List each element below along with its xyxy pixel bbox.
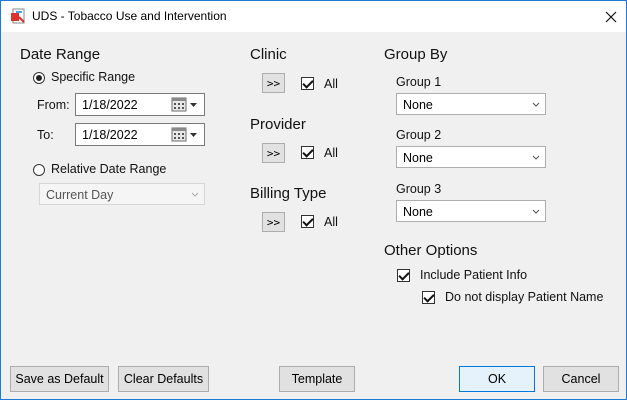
to-date-field[interactable]: 1/18/2022: [75, 123, 205, 146]
group-3-value: None: [403, 205, 433, 219]
group-1-value: None: [403, 98, 433, 112]
group-2-value: None: [403, 151, 433, 165]
group-2-dropdown[interactable]: None: [396, 146, 546, 168]
group-1-dropdown[interactable]: None: [396, 93, 546, 115]
app-icon: [11, 8, 25, 24]
hide-patient-name-checkbox[interactable]: [422, 291, 435, 304]
relative-range-dropdown[interactable]: Current Day: [39, 183, 205, 205]
close-icon: [605, 11, 616, 22]
group-3-dropdown[interactable]: None: [396, 200, 546, 222]
billing-type-select-button[interactable]: >>: [262, 212, 285, 232]
provider-all-label: All: [324, 146, 338, 160]
specific-range-radio[interactable]: [33, 72, 45, 84]
include-patient-info-checkbox[interactable]: [397, 269, 410, 282]
billing-type-heading: Billing Type: [250, 185, 327, 202]
billing-type-all-checkbox[interactable]: [301, 215, 314, 228]
chevron-down-icon: [532, 155, 540, 160]
chevron-down-icon: [532, 102, 540, 107]
group-3-label: Group 3: [396, 182, 442, 196]
from-date-field[interactable]: 1/18/2022: [75, 93, 205, 116]
clinic-all-label: All: [324, 77, 338, 91]
from-date-value: 1/18/2022: [82, 98, 138, 112]
hide-patient-name-label: Do not display Patient Name: [445, 290, 604, 304]
provider-all-checkbox[interactable]: [301, 146, 314, 159]
group-1-label: Group 1: [396, 75, 442, 89]
title-bar: UDS - Tobacco Use and Intervention: [1, 1, 626, 32]
ok-button[interactable]: OK: [459, 366, 535, 392]
dialog-window: UDS - Tobacco Use and Intervention Date …: [0, 0, 627, 400]
relative-range-value: Current Day: [46, 188, 114, 202]
specific-range-label: Specific Range: [51, 70, 136, 84]
cancel-button[interactable]: Cancel: [543, 366, 619, 392]
clear-defaults-button[interactable]: Clear Defaults: [118, 366, 209, 392]
relative-range-label: Relative Date Range: [51, 162, 167, 176]
to-label: To:: [37, 128, 54, 142]
billing-type-all-label: All: [324, 215, 338, 229]
from-label: From:: [37, 98, 70, 112]
clinic-all-checkbox[interactable]: [301, 77, 314, 90]
close-button[interactable]: [595, 1, 626, 32]
other-options-heading: Other Options: [384, 242, 478, 259]
provider-select-button[interactable]: >>: [262, 143, 285, 163]
to-calendar-dropdown-icon[interactable]: [168, 126, 202, 144]
date-range-heading: Date Range: [20, 46, 101, 63]
clinic-heading: Clinic: [250, 46, 287, 63]
group-by-heading: Group By: [384, 46, 448, 63]
template-button[interactable]: Template: [279, 366, 355, 392]
provider-heading: Provider: [250, 116, 306, 133]
group-2-label: Group 2: [396, 128, 442, 142]
save-as-default-button[interactable]: Save as Default: [10, 366, 109, 392]
to-date-value: 1/18/2022: [82, 128, 138, 142]
relative-range-radio[interactable]: [33, 164, 45, 176]
chevron-down-icon: [532, 209, 540, 214]
chevron-down-icon: [191, 192, 199, 197]
include-patient-info-label: Include Patient Info: [420, 268, 528, 282]
from-calendar-dropdown-icon[interactable]: [168, 96, 202, 114]
window-title: UDS - Tobacco Use and Intervention: [32, 9, 227, 23]
clinic-select-button[interactable]: >>: [262, 73, 285, 93]
